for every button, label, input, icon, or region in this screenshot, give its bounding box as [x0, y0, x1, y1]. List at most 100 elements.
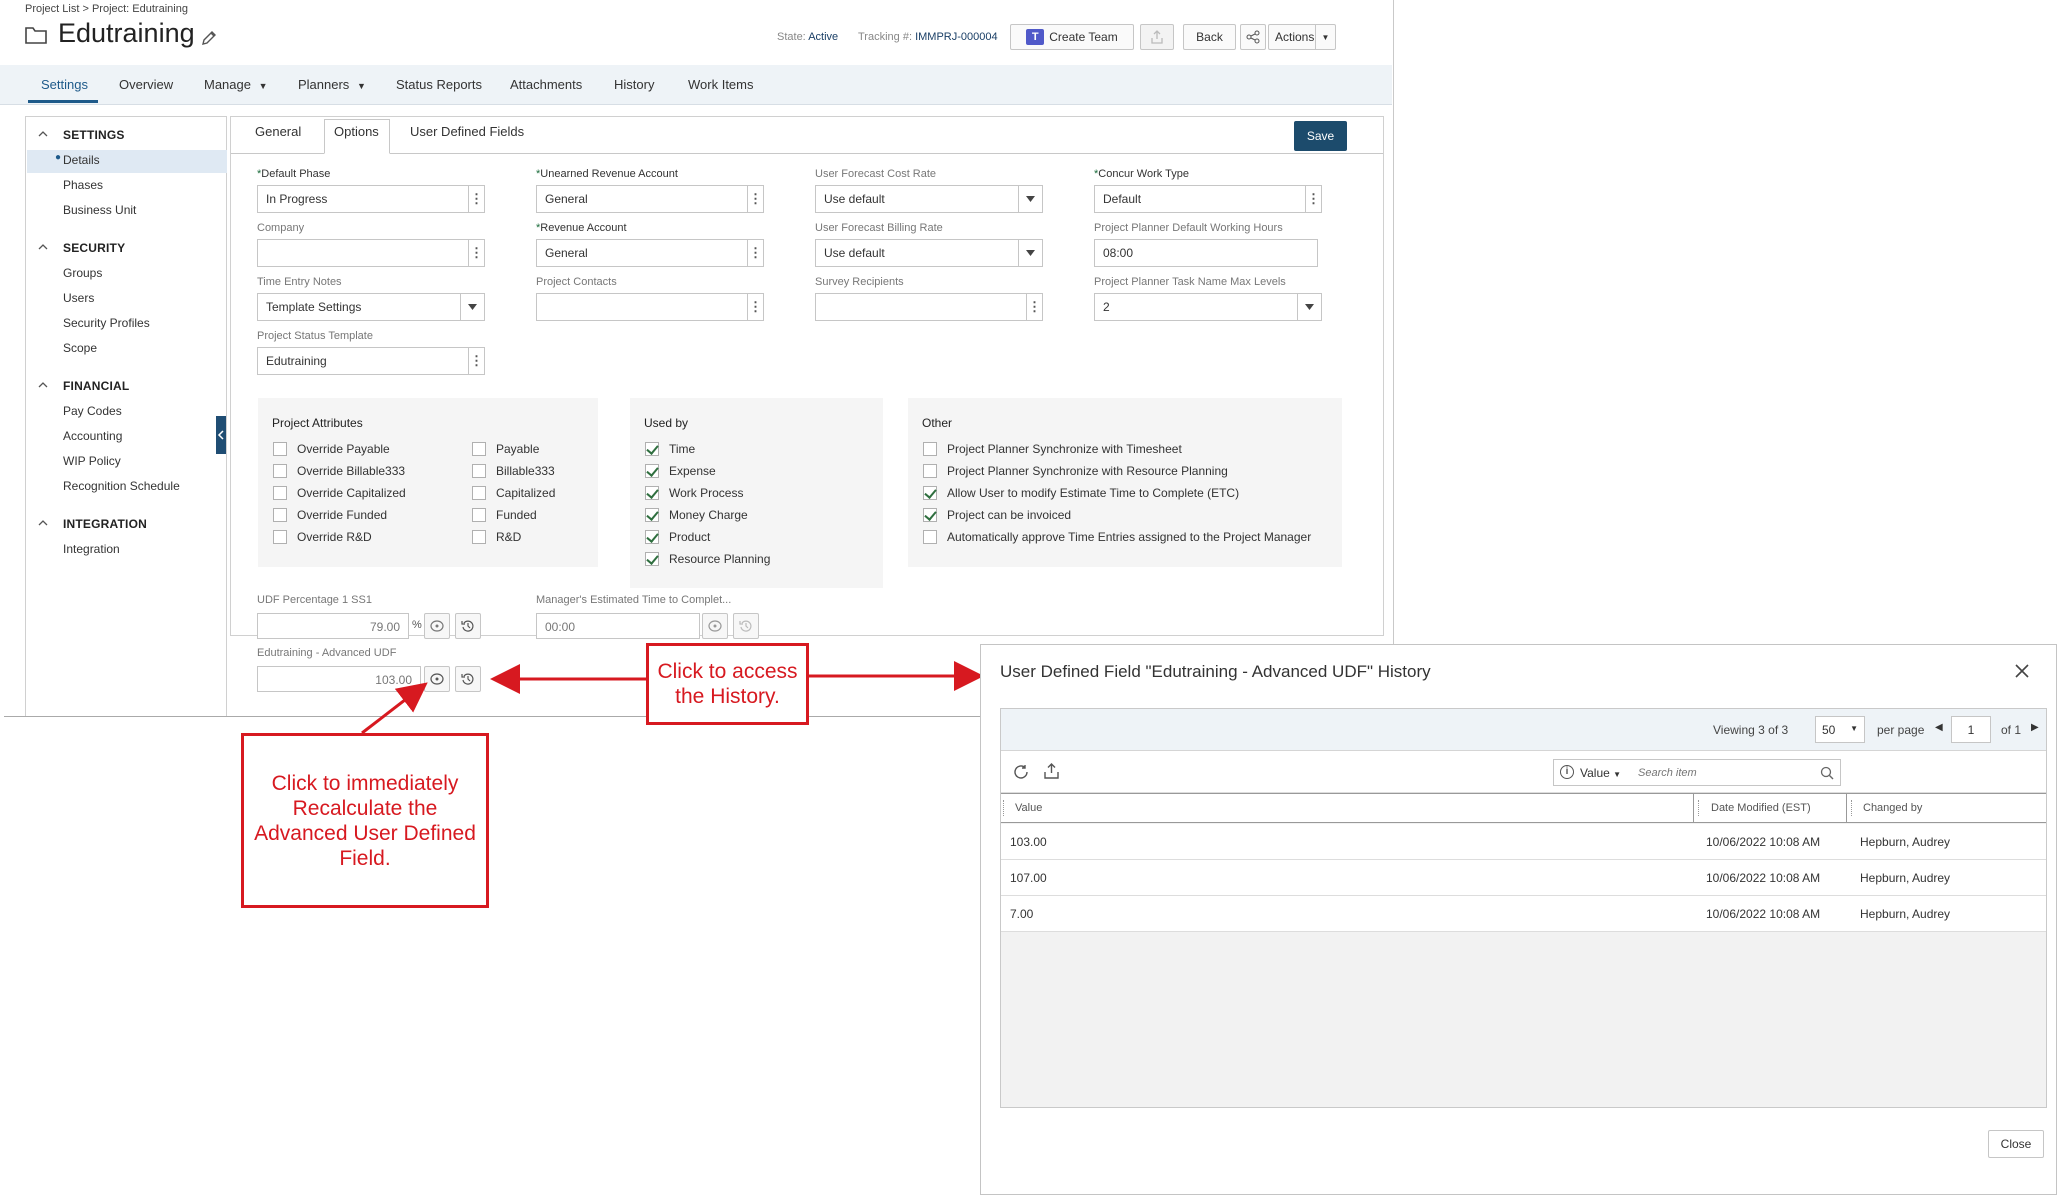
- attribute-override-checkbox[interactable]: [273, 530, 287, 544]
- sidebar-item-wip-policy[interactable]: WIP Policy: [63, 454, 121, 468]
- tab-options[interactable]: Options: [334, 124, 379, 139]
- tab-work-items[interactable]: Work Items: [688, 77, 754, 92]
- other-option-checkbox[interactable]: [923, 464, 937, 478]
- tab-manage[interactable]: Manage ▼: [204, 77, 268, 92]
- udf-pct-input[interactable]: 79.00: [257, 613, 409, 639]
- advanced-udf-history-button[interactable]: [455, 666, 481, 692]
- sidebar-item-users[interactable]: Users: [63, 291, 94, 305]
- table-row[interactable]: 103.00 10/06/2022 10:08 AM Hepburn, Audr…: [1001, 824, 2046, 860]
- history-button[interactable]: [733, 613, 759, 639]
- used-by-checkbox[interactable]: [645, 464, 659, 478]
- per-page-select[interactable]: 50 ▼: [1815, 716, 1865, 743]
- column-grip[interactable]: [1003, 800, 1005, 816]
- chevron-up-icon[interactable]: [38, 242, 48, 252]
- more-options-icon[interactable]: ⋮: [1305, 186, 1321, 212]
- column-grip[interactable]: [1851, 800, 1853, 816]
- search-filter-dropdown[interactable]: Value ▼: [1580, 766, 1621, 780]
- sidebar-heading-financial[interactable]: FINANCIAL: [63, 379, 129, 393]
- sidebar-item-accounting[interactable]: Accounting: [63, 429, 122, 443]
- attribute-checkbox[interactable]: [472, 530, 486, 544]
- status-template-field[interactable]: Edutraining ⋮: [257, 347, 485, 375]
- more-options-icon[interactable]: ⋮: [747, 186, 763, 212]
- sidebar-item-business-unit[interactable]: Business Unit: [63, 203, 136, 217]
- create-team-button[interactable]: T Create Team: [1010, 24, 1134, 50]
- task-name-levels-select[interactable]: 2: [1094, 293, 1322, 321]
- concur-work-type-field[interactable]: Default ⋮: [1094, 185, 1322, 213]
- table-row[interactable]: 7.00 10/06/2022 10:08 AM Hepburn, Audrey: [1001, 896, 2046, 932]
- other-option-checkbox[interactable]: [923, 530, 937, 544]
- export-button[interactable]: [1140, 24, 1174, 50]
- back-button[interactable]: Back: [1183, 24, 1236, 50]
- tab-settings[interactable]: Settings: [41, 77, 88, 92]
- attribute-checkbox[interactable]: [472, 464, 486, 478]
- advanced-udf-recalculate-button[interactable]: [424, 666, 450, 692]
- unearned-revenue-field[interactable]: General ⋮: [536, 185, 764, 213]
- tab-history[interactable]: History: [614, 77, 654, 92]
- recalculate-button[interactable]: [702, 613, 728, 639]
- udf-advanced-input[interactable]: 103.00: [257, 666, 421, 692]
- column-header-changed-by[interactable]: Changed by: [1863, 802, 1922, 814]
- used-by-checkbox[interactable]: [645, 552, 659, 566]
- more-options-icon[interactable]: ⋮: [747, 240, 763, 266]
- sidebar-item-integration[interactable]: Integration: [63, 542, 120, 556]
- sidebar-heading-integration[interactable]: INTEGRATION: [63, 517, 147, 531]
- sidebar-item-pay-codes[interactable]: Pay Codes: [63, 404, 122, 418]
- attribute-override-checkbox[interactable]: [273, 508, 287, 522]
- attribute-override-checkbox[interactable]: [273, 464, 287, 478]
- attribute-checkbox[interactable]: [472, 508, 486, 522]
- more-options-icon[interactable]: ⋮: [1026, 294, 1042, 320]
- attribute-override-checkbox[interactable]: [273, 486, 287, 500]
- forecast-billing-rate-select[interactable]: Use default: [815, 239, 1043, 267]
- more-options-icon[interactable]: ⋮: [468, 240, 484, 266]
- tab-overview[interactable]: Overview: [119, 77, 173, 92]
- export-icon[interactable]: [1043, 763, 1060, 780]
- revenue-account-field[interactable]: General ⋮: [536, 239, 764, 267]
- sidebar-collapse-handle[interactable]: [216, 416, 226, 454]
- attribute-override-checkbox[interactable]: [273, 442, 287, 456]
- next-page-icon[interactable]: ▶: [2031, 722, 2039, 733]
- refresh-icon[interactable]: [1013, 764, 1030, 781]
- history-button[interactable]: [455, 613, 481, 639]
- tab-user-defined-fields[interactable]: User Defined Fields: [410, 124, 524, 139]
- used-by-checkbox[interactable]: [645, 442, 659, 456]
- tab-attachments[interactable]: Attachments: [510, 77, 582, 92]
- column-grip[interactable]: [1698, 800, 1700, 816]
- project-contacts-field[interactable]: ⋮: [536, 293, 764, 321]
- search-icon[interactable]: [1820, 766, 1834, 780]
- used-by-checkbox[interactable]: [645, 530, 659, 544]
- actions-button[interactable]: Actions ▼: [1268, 24, 1336, 50]
- recalculate-button[interactable]: [424, 613, 450, 639]
- pencil-icon[interactable]: [200, 29, 218, 47]
- close-button[interactable]: Close: [1988, 1130, 2044, 1158]
- sidebar-item-scope[interactable]: Scope: [63, 341, 97, 355]
- sidebar-item-details[interactable]: ● Details: [55, 152, 100, 167]
- column-header-date-modified[interactable]: Date Modified (EST): [1711, 802, 1811, 814]
- used-by-checkbox[interactable]: [645, 486, 659, 500]
- attribute-checkbox[interactable]: [472, 486, 486, 500]
- sidebar-item-phases[interactable]: Phases: [63, 178, 103, 192]
- column-header-value[interactable]: Value: [1015, 802, 1042, 814]
- sidebar-item-groups[interactable]: Groups: [63, 266, 102, 280]
- time-entry-notes-select[interactable]: Template Settings: [257, 293, 485, 321]
- chevron-up-icon[interactable]: [38, 380, 48, 390]
- close-icon[interactable]: [2014, 663, 2030, 679]
- previous-page-icon[interactable]: ◀: [1935, 722, 1943, 733]
- tab-status-reports[interactable]: Status Reports: [396, 77, 482, 92]
- more-options-icon[interactable]: ⋮: [468, 348, 484, 374]
- more-options-icon[interactable]: ⋮: [747, 294, 763, 320]
- sidebar-item-recognition-schedule[interactable]: Recognition Schedule: [63, 479, 180, 493]
- table-row[interactable]: 107.00 10/06/2022 10:08 AM Hepburn, Audr…: [1001, 860, 2046, 896]
- default-phase-field[interactable]: In Progress ⋮: [257, 185, 485, 213]
- company-field[interactable]: ⋮: [257, 239, 485, 267]
- share-button[interactable]: [1240, 24, 1266, 50]
- breadcrumb[interactable]: Project List > Project: Edutraining: [25, 3, 188, 15]
- search-input[interactable]: [1638, 764, 1808, 782]
- more-options-icon[interactable]: ⋮: [468, 186, 484, 212]
- sidebar-item-security-profiles[interactable]: Security Profiles: [63, 316, 150, 330]
- page-input[interactable]: 1: [1951, 716, 1991, 743]
- attribute-checkbox[interactable]: [472, 442, 486, 456]
- save-button[interactable]: Save: [1294, 121, 1347, 151]
- other-option-checkbox[interactable]: [923, 442, 937, 456]
- sidebar-heading-security[interactable]: SECURITY: [63, 241, 125, 255]
- tab-planners[interactable]: Planners ▼: [298, 77, 366, 92]
